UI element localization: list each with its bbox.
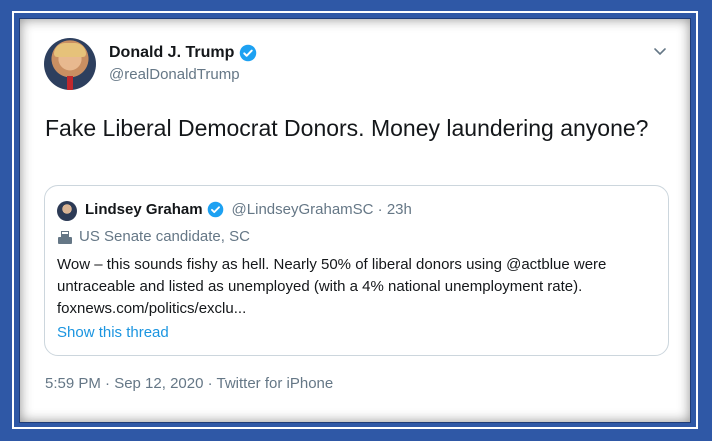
quote-body-line: Wow – this sounds fishy as hell. Nearly … bbox=[57, 256, 607, 273]
author-handle[interactable]: @realDonaldTrump bbox=[109, 66, 240, 83]
author-name-row[interactable]: Donald J. Trump bbox=[109, 44, 257, 62]
quote-body-line: untraceable and listed as unemployed (wi… bbox=[57, 278, 583, 295]
verified-badge-icon bbox=[207, 201, 224, 218]
chevron-down-icon[interactable] bbox=[652, 43, 668, 59]
tweet-footer[interactable]: 5:59 PM · Sep 12, 2020 · Twitter for iPh… bbox=[45, 375, 333, 392]
tweet-card: Donald J. Trump @realDonaldTrump Fake Li… bbox=[19, 18, 691, 423]
avatar-tie bbox=[67, 76, 73, 90]
quote-author-name[interactable]: Lindsey Graham bbox=[85, 201, 203, 218]
author-name[interactable]: Donald J. Trump bbox=[109, 44, 234, 62]
quote-author-row[interactable]: Lindsey Graham @LindseyGrahamSC · 23h bbox=[85, 201, 412, 218]
avatar[interactable] bbox=[44, 38, 96, 90]
quoted-tweet[interactable]: Lindsey Graham @LindseyGrahamSC · 23h US… bbox=[44, 185, 669, 356]
avatar-hair bbox=[54, 43, 86, 57]
tweet-text: Fake Liberal Democrat Donors. Money laun… bbox=[45, 115, 649, 141]
quote-avatar[interactable] bbox=[57, 201, 77, 221]
quote-label: US Senate candidate, SC bbox=[79, 228, 250, 245]
quote-body-link[interactable]: foxnews.com/politics/exclu... bbox=[57, 298, 662, 320]
show-thread-link[interactable]: Show this thread bbox=[57, 324, 169, 341]
verified-badge-icon bbox=[239, 44, 257, 62]
quote-label-row: US Senate candidate, SC bbox=[57, 228, 250, 245]
quote-meta: @LindseyGrahamSC · 23h bbox=[231, 201, 412, 218]
ballot-box-icon bbox=[57, 229, 73, 245]
quote-body: Wow – this sounds fishy as hell. Nearly … bbox=[57, 254, 662, 320]
